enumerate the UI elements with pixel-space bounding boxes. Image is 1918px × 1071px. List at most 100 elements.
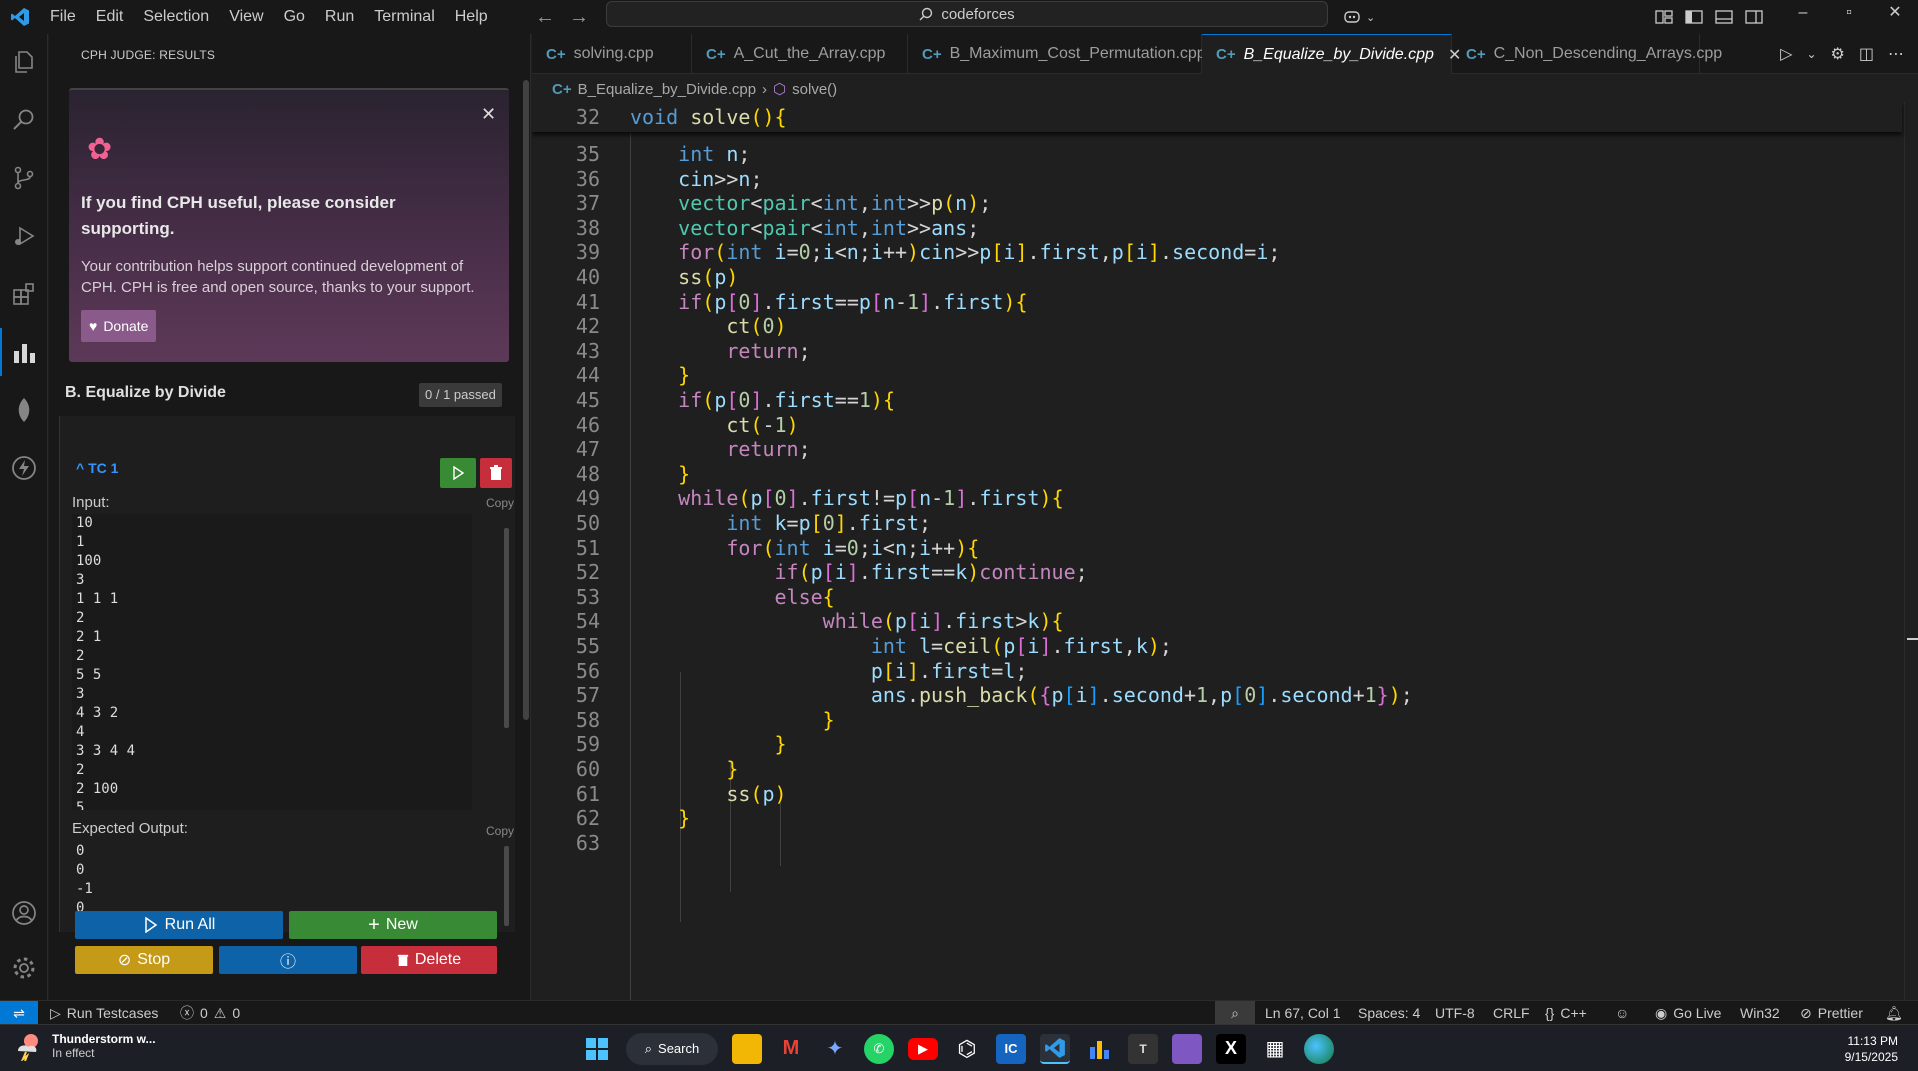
delete-testcase-button[interactable] [480, 458, 512, 488]
close-icon[interactable]: ✕ [481, 104, 496, 125]
menu-view[interactable]: View [219, 0, 273, 34]
search-icon[interactable] [0, 96, 48, 144]
activity-bar [0, 34, 48, 1000]
clapper-app-icon[interactable] [1172, 1033, 1202, 1064]
run-testcases-item[interactable]: ▷ Run Testcases [50, 1001, 158, 1025]
menu-selection[interactable]: Selection [133, 0, 219, 34]
jetbrains-icon[interactable]: IC [996, 1033, 1026, 1064]
passed-badge: 0 / 1 passed [419, 383, 502, 407]
gemini-icon[interactable]: ✦ [820, 1034, 850, 1064]
youtube-icon[interactable]: ▶ [908, 1037, 938, 1060]
remote-indicator-icon[interactable]: ⇌ [0, 1001, 38, 1025]
chatgpt-icon[interactable]: ⌬ [952, 1034, 982, 1064]
code-editor[interactable]: 32 void solve(){ 35 int n; 36 cin>>n; 37 v… [532, 102, 1918, 1000]
close-window-icon[interactable]: ✕ [1872, 0, 1918, 34]
run-all-button[interactable]: Run All [75, 911, 283, 939]
command-center-search[interactable]: codeforces [606, 1, 1328, 27]
split-editor-icon[interactable]: ◫ [1859, 44, 1874, 64]
toggle-panel-icon[interactable] [1715, 9, 1733, 25]
menu-terminal[interactable]: Terminal [364, 0, 444, 34]
line-number: 32 [575, 105, 600, 129]
menu-file[interactable]: File [40, 0, 86, 34]
title-bar: File Edit Selection View Go Run Terminal… [0, 0, 1918, 34]
gmail-icon[interactable]: M [776, 1034, 806, 1064]
windows-taskbar: Thunderstorm w... In effect ⌕ Search M ✦… [0, 1024, 1918, 1071]
go-live-button[interactable]: ◉ Go Live [1655, 1001, 1721, 1025]
minimize-icon[interactable]: – [1780, 0, 1826, 34]
maximize-icon[interactable]: ▫ [1826, 0, 1872, 34]
x-app-icon[interactable]: X [1216, 1033, 1246, 1064]
toggle-primary-sidebar-icon[interactable] [1685, 9, 1703, 25]
chevron-down-icon[interactable]: ⌄ [1806, 47, 1816, 61]
menu-edit[interactable]: Edit [86, 0, 134, 34]
cph-judge-icon[interactable] [0, 328, 48, 376]
breadcrumb-file[interactable]: B_Equalize_by_Divide.cpp [578, 81, 756, 98]
manage-gear-icon[interactable] [0, 944, 48, 992]
info-button[interactable]: ⓘ [219, 946, 357, 974]
taskbar-apps: ⌕ Search M ✦ ✆ ▶ ⌬ IC T X ▦ [582, 1025, 1334, 1071]
problems-item[interactable]: ⓧ 0 ⚠ 0 [180, 1001, 240, 1025]
customize-layout-icon[interactable] [1655, 9, 1673, 25]
weather-widget[interactable]: Thunderstorm w... In effect [14, 1031, 156, 1061]
run-testcase-button[interactable] [440, 458, 476, 488]
account-icon[interactable] [0, 889, 48, 937]
expected-scrollbar[interactable] [504, 846, 509, 926]
extensions-icon[interactable] [0, 270, 48, 318]
encoding[interactable]: UTF-8 [1435, 1001, 1475, 1025]
taskbar-search[interactable]: ⌕ Search [626, 1032, 718, 1065]
tab-a-cut-the-array[interactable]: C+ A_Cut_the_Array.cpp [692, 34, 908, 74]
delete-all-button[interactable]: Delete [361, 946, 497, 974]
menu-help[interactable]: Help [445, 0, 498, 34]
sidebar-scrollbar[interactable] [523, 80, 529, 720]
back-arrow-icon[interactable]: ← [535, 6, 555, 29]
system-clock[interactable]: 11:13 PM 9/15/2025 [1845, 1033, 1898, 1065]
copy-input-button[interactable]: Copy [486, 496, 514, 510]
language-mode[interactable]: {} C++ [1545, 1001, 1587, 1025]
whatsapp-icon[interactable]: ✆ [864, 1033, 894, 1064]
tab-b-maximum-cost-permutation[interactable]: C+ B_Maximum_Cost_Permutation.cpp [908, 34, 1206, 74]
tab-solving[interactable]: C+ solving.cpp [532, 34, 692, 74]
prettier-item[interactable]: ⊘ Prettier [1800, 1001, 1863, 1025]
input-scrollbar[interactable] [504, 528, 509, 728]
code-line[interactable]: 63 [532, 828, 1902, 858]
menu-go[interactable]: Go [274, 0, 315, 34]
stop-button[interactable]: ⊘ Stop [75, 946, 213, 974]
new-testcase-button[interactable]: + New [289, 911, 497, 939]
file-explorer-icon[interactable] [732, 1033, 762, 1064]
line-ending[interactable]: CRLF [1493, 1001, 1530, 1025]
more-actions-icon[interactable]: ⋯ [1888, 44, 1904, 64]
testcase-toggle[interactable]: ^ TC 1 [76, 460, 118, 476]
tab-c-non-descending-arrays[interactable]: C+ C_Non_Descending_Arrays.cpp [1452, 34, 1722, 74]
donate-button[interactable]: ♥ Donate [81, 310, 157, 342]
copy-expected-button[interactable]: Copy [486, 824, 514, 838]
leaf-icon[interactable] [0, 386, 48, 434]
run-debug-icon[interactable] [0, 212, 48, 260]
cursor-position[interactable]: Ln 67, Col 1 [1265, 1001, 1341, 1025]
sticky-scroll-header[interactable]: 32 void solve(){ [532, 102, 1902, 132]
breadcrumb-symbol[interactable]: solve() [792, 81, 837, 98]
windows-start-icon[interactable] [582, 1034, 612, 1064]
lightning-icon[interactable] [0, 444, 48, 492]
notifications-bell-icon[interactable]: 🔔︎ [1885, 1001, 1903, 1025]
zoom-icon[interactable]: ⌕ [1215, 1001, 1255, 1025]
forward-arrow-icon[interactable]: → [569, 6, 589, 29]
editor-scrollbar[interactable] [1904, 102, 1918, 1000]
tab-b-equalize-by-divide[interactable]: C+ B_Equalize_by_Divide.cpp ✕ [1202, 34, 1461, 74]
vscode-logo-icon [0, 0, 40, 34]
vscode-taskbar-icon[interactable] [1040, 1033, 1070, 1064]
chart-app-icon[interactable] [1084, 1034, 1114, 1064]
run-code-icon[interactable]: ▷ [1780, 44, 1792, 64]
settings-gear-icon[interactable]: ⚙ [1831, 44, 1845, 64]
menu-run[interactable]: Run [315, 0, 364, 34]
input-textarea[interactable]: 10 1 100 3 1 1 1 2 2 1 2 5 5 3 4 3 2 4 3 3 4 4 2 2 100… [72, 514, 472, 810]
toggle-secondary-sidebar-icon[interactable] [1745, 9, 1763, 25]
edge-browser-icon[interactable] [1304, 1033, 1334, 1064]
explorer-icon[interactable] [0, 38, 48, 86]
platform[interactable]: Win32 [1740, 1001, 1780, 1025]
copilot-icon[interactable]: ⌄ [1343, 0, 1375, 34]
indentation[interactable]: Spaces: 4 [1358, 1001, 1420, 1025]
source-control-icon[interactable] [0, 154, 48, 202]
copilot-status-icon[interactable]: ☺ [1615, 1001, 1629, 1025]
terminal-app-icon[interactable]: T [1128, 1033, 1158, 1064]
calendar-app-icon[interactable]: ▦ [1260, 1034, 1290, 1064]
